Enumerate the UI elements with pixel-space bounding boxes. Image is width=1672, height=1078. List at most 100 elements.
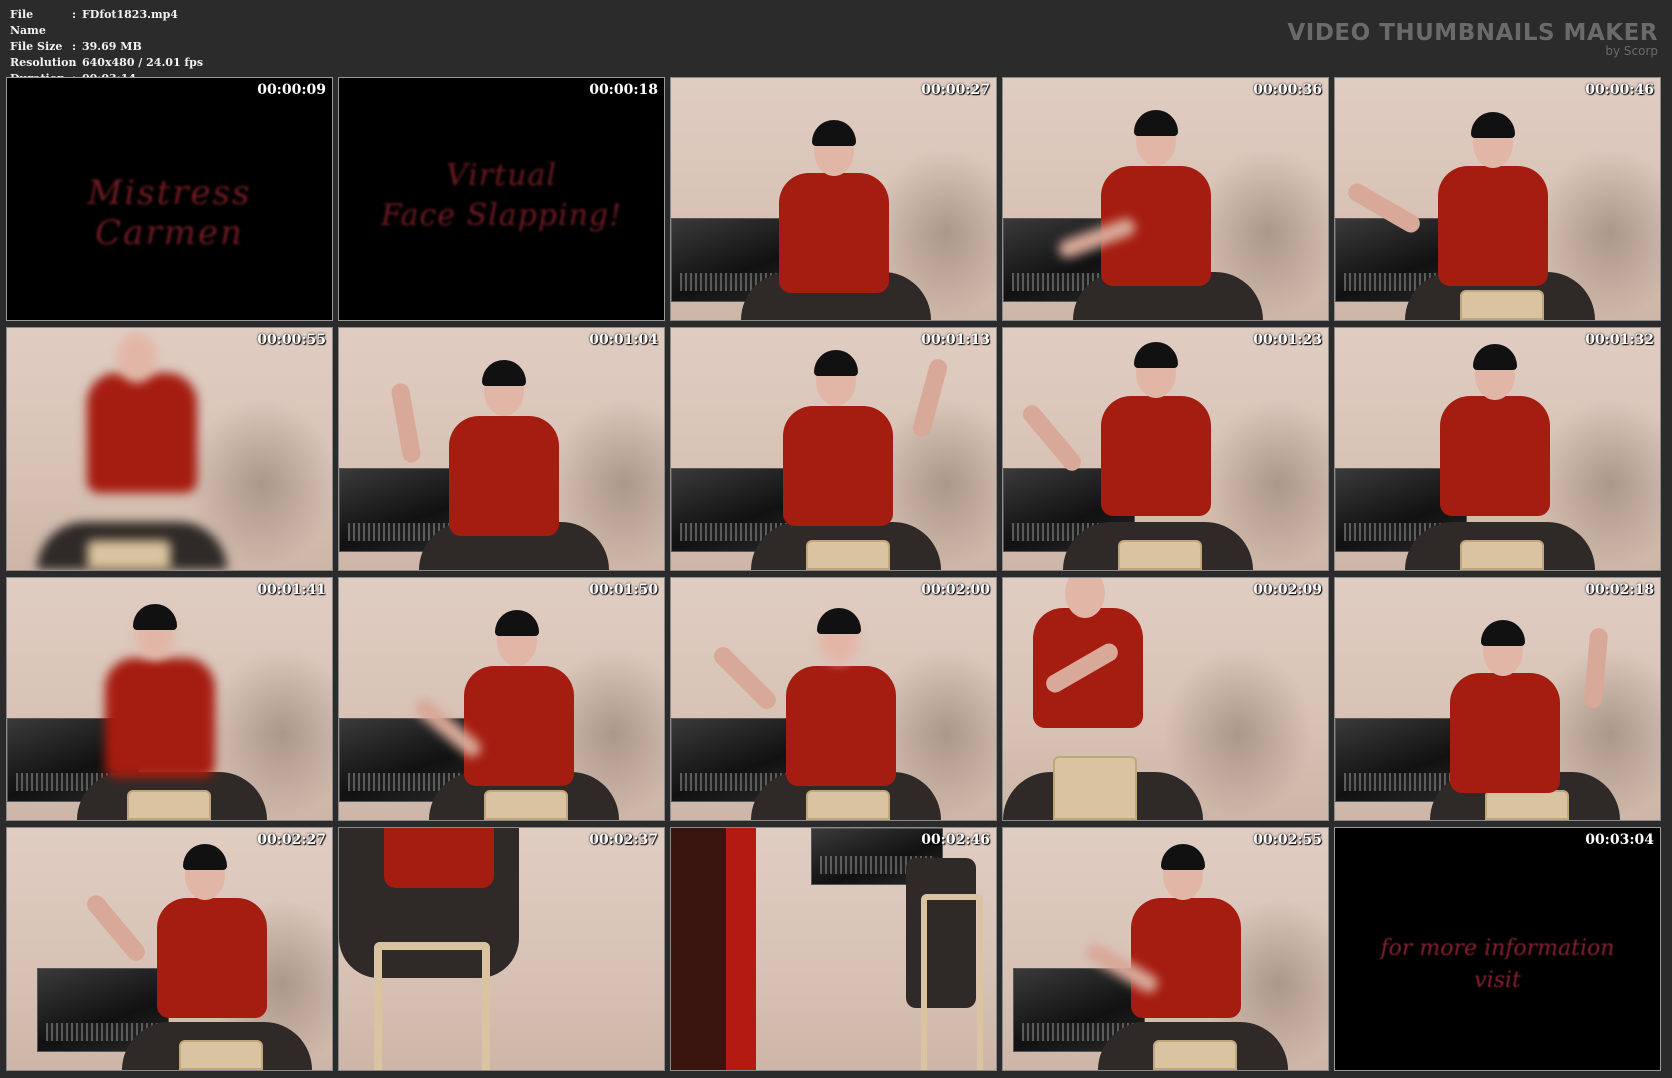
person-arm: [1019, 401, 1085, 475]
person-shirt: [449, 416, 559, 536]
person-arm: [710, 643, 780, 713]
person-shirt: [157, 898, 267, 1018]
wooden-chair: [1485, 790, 1569, 820]
resolution-label: Resolution: [10, 56, 77, 69]
timestamp: 00:00:55: [257, 332, 326, 348]
thumbnail-frame[interactable]: 00:00:46: [1334, 77, 1661, 321]
thumbnail-title-card[interactable]: 00:03:04 for more information visit: [1334, 827, 1661, 1071]
file-size-label: File Size: [10, 40, 63, 53]
title-line-2: visit: [1474, 968, 1521, 993]
title-line-1: for more information: [1380, 936, 1615, 961]
thumbnail-frame[interactable]: 00:00:55: [6, 327, 333, 571]
timestamp: 00:02:27: [257, 832, 326, 848]
timestamp: 00:02:18: [1585, 582, 1654, 598]
wooden-chair: [87, 540, 171, 570]
person-hair: [1134, 342, 1178, 368]
thumbnail-frame[interactable]: 00:00:27: [670, 77, 997, 321]
timestamp: 00:01:23: [1253, 332, 1322, 348]
person-hair: [1134, 110, 1178, 136]
timestamp: 00:01:41: [257, 582, 326, 598]
wooden-chair: [1118, 540, 1202, 570]
timestamp: 00:00:09: [257, 82, 326, 98]
file-name-value: FDfot1823.mp4: [82, 8, 178, 21]
title-card-text: for more information visit: [1335, 933, 1660, 997]
person-shirt: [1131, 898, 1241, 1018]
file-name-row: File Name : FDfot1823.mp4: [10, 7, 203, 39]
thumbnail-frame[interactable]: 00:02:46: [670, 827, 997, 1071]
thumbnail-frame[interactable]: 00:02:27: [6, 827, 333, 1071]
thumbnail-frame[interactable]: 00:01:32: [1334, 327, 1661, 571]
person-hair: [495, 610, 539, 636]
person-hair: [133, 604, 177, 630]
thumbnail-frame[interactable]: 00:01:23: [1002, 327, 1329, 571]
title-card-text: Mistress Carmen: [87, 173, 252, 253]
brand-subtitle: by Scorp: [1605, 44, 1658, 58]
thumbnail-frame[interactable]: 00:01:50: [338, 577, 665, 821]
thumbnail-title-card[interactable]: 00:00:18 Virtual Face Slapping!: [338, 77, 665, 321]
wooden-chair: [484, 790, 568, 820]
timestamp: 00:02:55: [1253, 832, 1322, 848]
timestamp: 00:00:36: [1253, 82, 1322, 98]
wooden-chair: [374, 942, 490, 1070]
thumbnail-frame[interactable]: 00:00:36: [1002, 77, 1329, 321]
thumbnail-frame[interactable]: 00:02:55: [1002, 827, 1329, 1071]
timestamp: 00:02:37: [589, 832, 658, 848]
thumbnail-grid: 00:00:09 Mistress Carmen 00:00:18 Virtua…: [6, 77, 1661, 1071]
person-hair: [1471, 112, 1515, 138]
file-size-value: 39.69 MB: [82, 40, 142, 53]
wooden-chair: [127, 790, 211, 820]
thumbnail-frame[interactable]: 00:01:41: [6, 577, 333, 821]
thumbnail-frame[interactable]: 00:02:00: [670, 577, 997, 821]
thumbnail-frame[interactable]: 00:02:18: [1334, 577, 1661, 821]
title-line-1: Virtual: [446, 158, 557, 193]
person-shirt: [786, 666, 896, 786]
person-arm: [83, 891, 149, 965]
person-hair: [812, 120, 856, 146]
person-shirt: [1450, 673, 1560, 793]
person-hair: [1481, 620, 1525, 646]
person-shirt: [1438, 166, 1548, 286]
thumbnail-frame[interactable]: 00:02:09: [1002, 577, 1329, 821]
file-info-panel: File Name : FDfot1823.mp4 File Size : 39…: [10, 7, 203, 87]
brand-title: VIDEO THUMBNAILS MAKER: [1287, 20, 1658, 46]
resolution-row: Resolution : 640x480 / 24.01 fps: [10, 55, 203, 71]
wooden-chair: [921, 894, 983, 1070]
person-shirt: [384, 828, 494, 888]
person-shirt: [87, 373, 197, 493]
person-hair: [817, 608, 861, 634]
wooden-chair: [179, 1040, 263, 1070]
wooden-chair: [1153, 1040, 1237, 1070]
person-shirt: [1101, 396, 1211, 516]
timestamp: 00:00:46: [1585, 82, 1654, 98]
thumbnail-frame[interactable]: 00:01:13: [670, 327, 997, 571]
brand-watermark: VIDEO THUMBNAILS MAKER by Scorp: [1287, 20, 1658, 57]
timestamp: 00:03:04: [1585, 832, 1654, 848]
thumbnail-frame[interactable]: 00:01:04: [338, 327, 665, 571]
timestamp: 00:00:18: [589, 82, 658, 98]
separator: :: [72, 56, 77, 69]
title-line-2: Face Slapping!: [380, 198, 623, 233]
separator: :: [72, 40, 77, 53]
wooden-chair: [1053, 756, 1137, 820]
wooden-chair: [806, 540, 890, 570]
thumbnail-title-card[interactable]: 00:00:09 Mistress Carmen: [6, 77, 333, 321]
person-hair: [183, 844, 227, 870]
person-shirt: [783, 406, 893, 526]
timestamp: 00:00:27: [921, 82, 990, 98]
person-shirt: [779, 173, 889, 293]
person-arm: [390, 382, 422, 464]
file-size-row: File Size : 39.69 MB: [10, 39, 203, 55]
timestamp: 00:01:32: [1585, 332, 1654, 348]
wooden-chair: [1460, 540, 1544, 570]
person-hair: [1473, 344, 1517, 370]
thumbnail-frame[interactable]: 00:02:37: [338, 827, 665, 1071]
timestamp: 00:02:46: [921, 832, 990, 848]
timestamp: 00:02:09: [1253, 582, 1322, 598]
person-hair: [1161, 844, 1205, 870]
red-curtain: [726, 828, 756, 1070]
timestamp: 00:01:50: [589, 582, 658, 598]
wooden-chair: [1460, 290, 1544, 320]
person-head: [117, 333, 157, 383]
person-hair: [814, 350, 858, 376]
file-name-label: File Name: [10, 8, 46, 37]
